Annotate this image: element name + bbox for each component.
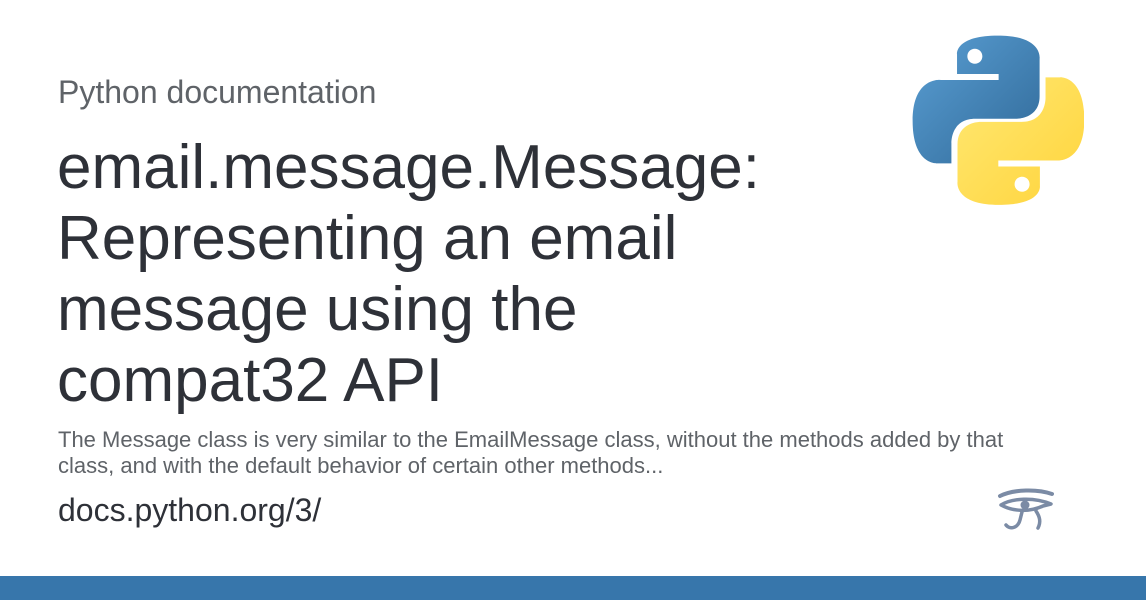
- eye-of-horus-icon: [998, 488, 1054, 530]
- site-name: Python documentation: [58, 74, 377, 110]
- bottom-accent-bar: [0, 576, 1146, 600]
- page-description: The Message class is very similar to the…: [58, 427, 1004, 478]
- page-title: email.message.Message: Representing an e…: [57, 133, 760, 415]
- python-logo-icon: [912, 35, 1084, 205]
- site-url[interactable]: docs.python.org/3/: [58, 490, 321, 530]
